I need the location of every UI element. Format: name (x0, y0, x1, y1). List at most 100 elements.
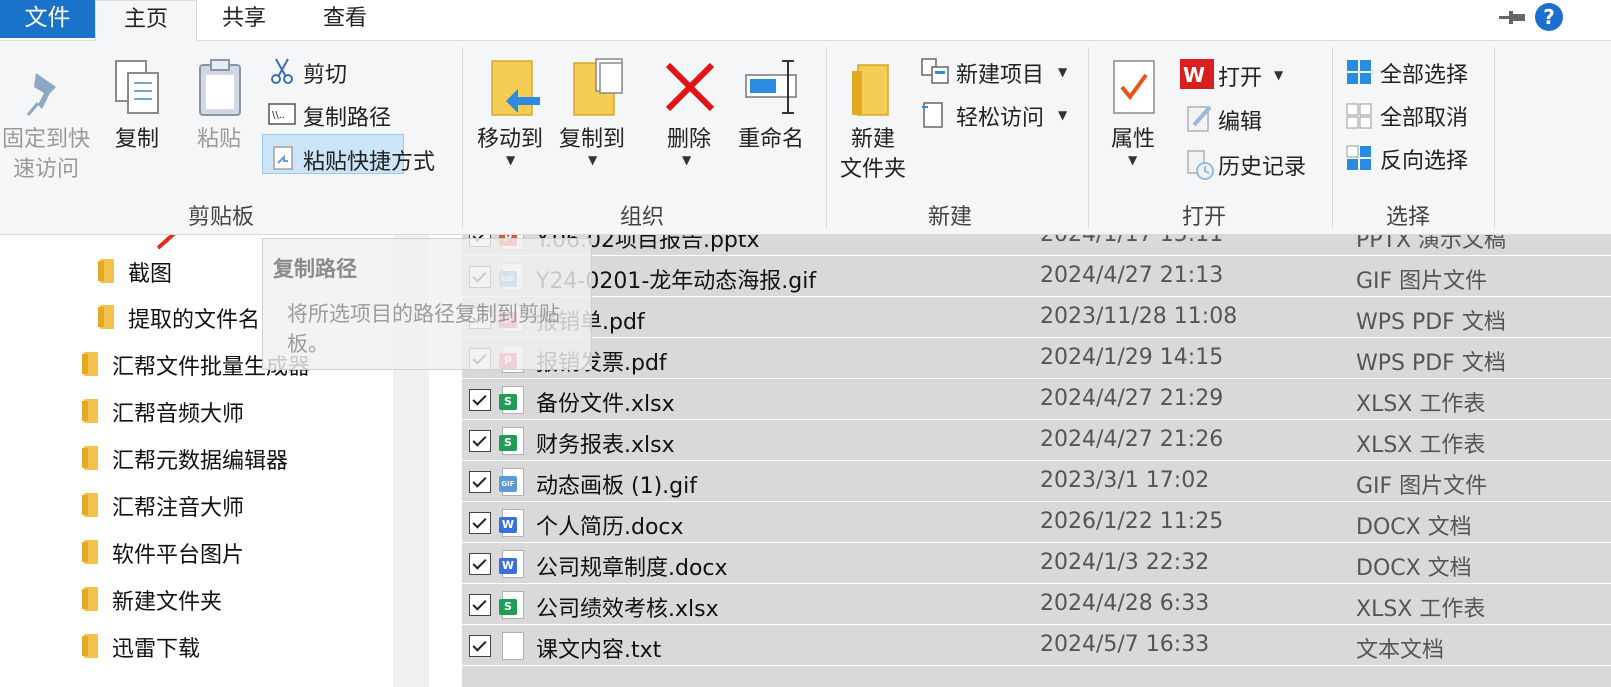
move-to-dropdown-icon[interactable]: ▼ (506, 153, 515, 167)
file-row[interactable]: S 公司绩效考核.xlsx 2024/4/28 6:33 XLSX 工作表 (462, 585, 1611, 625)
row-checkbox[interactable] (469, 635, 491, 657)
invert-selection-icon (1346, 145, 1371, 170)
properties-button[interactable]: 属性 (1102, 125, 1164, 155)
copy-to-dropdown-icon[interactable]: ▼ (588, 153, 597, 167)
select-all-button[interactable]: 全部选择 (1380, 57, 1468, 89)
file-row[interactable]: P报销单.pdf2023/11/28 11:08WPS PDF 文档 (462, 298, 1611, 338)
paste-shortcut-button[interactable]: 粘贴快捷方式 (303, 144, 435, 176)
nav-item-label: 汇帮元数据编辑器 (112, 449, 289, 474)
rename-button[interactable]: 重命名 (734, 125, 808, 155)
nav-item-label: 汇帮注音大师 (112, 496, 245, 521)
separator (826, 47, 827, 229)
file-name: 公司绩效考核.xlsx (536, 597, 719, 622)
file-date: 2024/1/3 22:32 (1040, 550, 1210, 575)
tab-share[interactable]: 共享 (200, 0, 288, 40)
file-type-icon: GIF (499, 468, 524, 496)
move-to-button[interactable]: 移动到 (474, 125, 546, 155)
file-badge: S (499, 394, 517, 410)
new-folder-icon (852, 64, 889, 116)
new-item-icon (921, 58, 949, 84)
copy-path-button[interactable]: 复制路径 (303, 100, 391, 132)
file-row[interactable]: 课文内容.txt 2024/5/7 16:33 文本文档 (462, 626, 1611, 666)
row-checkbox[interactable] (469, 430, 491, 452)
cut-button[interactable]: 剪切 (303, 57, 347, 89)
tab-file[interactable]: 文件 (0, 0, 95, 38)
file-type: XLSX 工作表 (1356, 433, 1486, 458)
file-type-icon: S (499, 386, 524, 414)
delete-dropdown-icon[interactable]: ▼ (682, 153, 691, 167)
open-dropdown-icon[interactable]: ▼ (1274, 68, 1283, 82)
file-date: 2024/4/27 21:29 (1040, 386, 1224, 411)
file-row[interactable]: W 个人简历.docx 2026/1/22 11:25 DOCX 文档 (462, 503, 1611, 543)
edit-button[interactable]: 编辑 (1218, 104, 1262, 136)
file-date: 2023/11/28 11:08 (1040, 304, 1238, 329)
history-button[interactable]: 历史记录 (1218, 149, 1306, 181)
easy-access-icon (922, 102, 943, 128)
select-none-button[interactable]: 全部取消 (1380, 100, 1468, 132)
invert-selection-button[interactable]: 反向选择 (1380, 143, 1468, 175)
pin-icon (26, 73, 56, 116)
folder-icon (98, 259, 114, 283)
tooltip-title: 复制路径 (273, 257, 357, 281)
file-type: GIF 图片文件 (1356, 269, 1488, 294)
delete-button[interactable]: 删除 (660, 125, 718, 155)
easy-access-button[interactable]: 轻松访问 (956, 100, 1044, 132)
file-row[interactable]: GIFY24-0201-龙年动态海报.gif2024/4/27 21:13GIF… (462, 257, 1611, 297)
file-row[interactable]: S 备份文件.xlsx 2024/4/27 21:29 XLSX 工作表 (462, 380, 1611, 420)
paste-button[interactable]: 粘贴 (190, 125, 248, 155)
select-all-icon (1347, 60, 1371, 84)
row-checkbox[interactable] (469, 594, 491, 616)
new-folder-label-line2: 文件夹 (839, 157, 906, 182)
row-checkbox[interactable] (469, 512, 491, 534)
folder-icon (82, 493, 98, 517)
easy-access-dropdown-icon[interactable]: ▼ (1058, 108, 1067, 122)
file-name: 课文内容.txt (536, 638, 662, 663)
tab-view[interactable]: 查看 (300, 0, 390, 40)
new-folder-button[interactable]: 新建 文件夹 (832, 125, 914, 185)
file-row[interactable]: GIF 动态画板 (1).gif 2023/3/1 17:02 GIF 图片文件 (462, 462, 1611, 502)
file-badge: S (499, 435, 517, 451)
file-badge: W (499, 517, 517, 533)
file-row[interactable]: S 财务报表.xlsx 2024/4/27 21:26 XLSX 工作表 (462, 421, 1611, 461)
copy-to-button[interactable]: 复制到 (556, 125, 628, 155)
pin-quick-access-button[interactable]: 固定到快 速访问 (0, 125, 92, 185)
properties-dropdown-icon[interactable]: ▼ (1128, 153, 1137, 167)
file-type: 文本文档 (1356, 638, 1445, 663)
nav-item-label: 软件平台图片 (112, 543, 245, 568)
nav-item-label: 迅雷下载 (112, 637, 201, 662)
nav-item-label: 新建文件夹 (112, 590, 223, 615)
svg-text:W: W (1183, 63, 1205, 87)
file-badge: W (499, 558, 517, 574)
file-type: WPS PDF 文档 (1356, 351, 1506, 376)
row-checkbox[interactable] (469, 553, 491, 575)
move-to-icon (491, 60, 540, 116)
open-group-label: 打开 (1182, 205, 1227, 230)
nav-item-label: 提取的文件名 (128, 308, 261, 333)
new-item-dropdown-icon[interactable]: ▼ (1058, 65, 1067, 79)
file-date: 2024/1/29 14:15 (1040, 345, 1224, 370)
help-icon[interactable]: ? (1535, 3, 1563, 31)
file-row[interactable]: W 公司规章制度.docx 2024/1/3 22:32 DOCX 文档 (462, 544, 1611, 584)
file-type: DOCX 文档 (1356, 515, 1472, 540)
file-row[interactable]: P报销发票.pdf2024/1/29 14:15WPS PDF 文档 (462, 339, 1611, 379)
file-date: 2024/5/7 16:33 (1040, 632, 1210, 657)
row-checkbox[interactable] (469, 389, 491, 411)
wps-icon: W (1180, 59, 1214, 89)
file-type-icon: W (499, 550, 524, 578)
file-type-icon (502, 632, 524, 660)
file-name: 动态画板 (1).gif (536, 474, 697, 499)
tab-home[interactable]: 主页 (95, 0, 197, 42)
pin-ribbon-icon[interactable] (1497, 6, 1527, 30)
copy-to-icon (573, 58, 623, 116)
copy-button[interactable]: 复制 (108, 125, 166, 155)
pin-label-line2: 速访问 (12, 157, 79, 182)
new-item-button[interactable]: 新建项目 (956, 57, 1044, 89)
row-checkbox[interactable] (469, 471, 491, 493)
open-button[interactable]: 打开 (1218, 60, 1262, 92)
file-date: 2023/3/1 17:02 (1040, 468, 1210, 493)
organize-group-label: 组织 (620, 205, 665, 230)
folder-icon (82, 540, 98, 564)
file-date: 2026/1/22 11:25 (1040, 509, 1224, 534)
paste-shortcut-icon (273, 146, 293, 170)
copy-icon (115, 60, 159, 114)
